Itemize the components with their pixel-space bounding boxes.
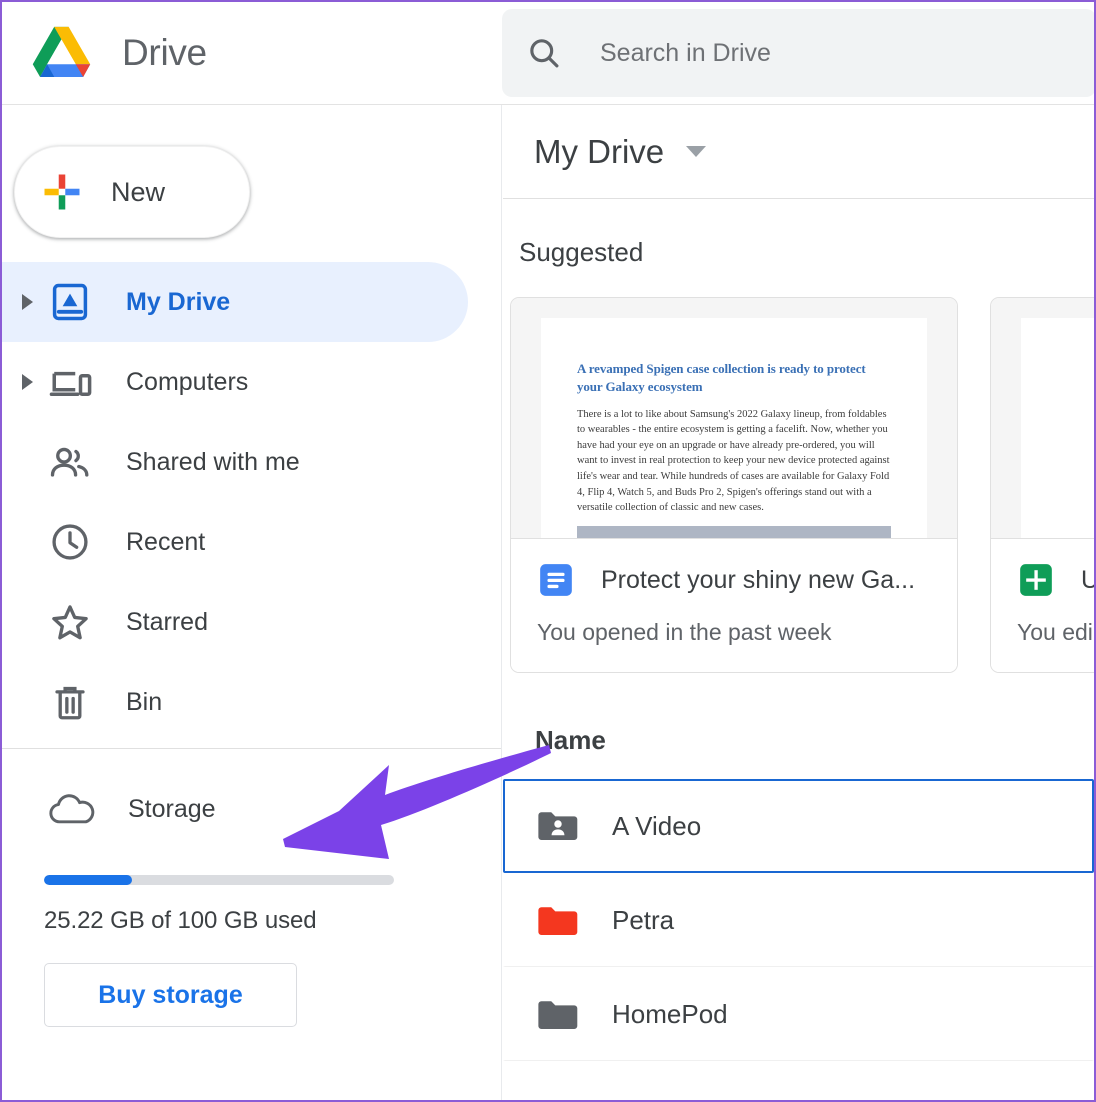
plus-icon: [41, 171, 83, 213]
storage-progress-bar: [44, 875, 394, 885]
suggested-heading: Suggested: [503, 199, 1094, 268]
storage-section: Storage 25.22 GB of 100 GB used Buy stor…: [2, 773, 502, 1027]
main-content: My Drive Suggested A revamped Spigen cas…: [503, 105, 1094, 1101]
brand-name: Drive: [122, 32, 207, 74]
sidebar-nav: My Drive Computers: [2, 262, 502, 742]
expand-caret-icon[interactable]: [2, 294, 46, 310]
sidebar: New My Drive: [2, 105, 502, 1101]
google-docs-icon: [537, 561, 575, 599]
suggested-card[interactable]: A revamped Spigen case collection is rea…: [510, 297, 958, 673]
search-icon: [526, 35, 562, 71]
search-area: [502, 2, 1096, 104]
card-thumbnail: [991, 298, 1094, 538]
my-drive-icon: [46, 278, 94, 326]
sidebar-item-bin[interactable]: Bin: [2, 662, 468, 742]
folder-icon: [536, 997, 580, 1033]
computers-icon: [46, 358, 94, 406]
new-button-label: New: [111, 177, 165, 208]
google-sheets-icon: [1017, 561, 1055, 599]
storage-header[interactable]: Storage: [2, 773, 502, 845]
trash-icon: [46, 678, 94, 726]
card-subtitle: You edi: [1017, 619, 1094, 646]
buy-storage-button[interactable]: Buy storage: [44, 963, 297, 1027]
file-name: A Video: [612, 811, 701, 842]
drive-window: Drive: [0, 0, 1096, 1102]
card-title: U: [1081, 566, 1094, 595]
thumbnail-image-block: [577, 526, 891, 538]
drive-title-row[interactable]: My Drive: [503, 105, 1094, 198]
suggested-card[interactable]: U You edi: [990, 297, 1094, 673]
table-row[interactable]: Petra: [503, 873, 1094, 967]
app-header: Drive: [2, 2, 1094, 105]
page-title: My Drive: [534, 133, 664, 171]
thumbnail-page: A revamped Spigen case collection is rea…: [541, 318, 927, 538]
table-row[interactable]: HomePod: [503, 967, 1094, 1061]
file-name: Petra: [612, 905, 674, 936]
thumbnail-page: [1021, 318, 1094, 538]
suggested-cards-row: A revamped Spigen case collection is rea…: [503, 268, 1094, 673]
thumbnail-body: There is a lot to like about Samsung's 2…: [577, 407, 891, 516]
google-drive-logo-icon: [26, 16, 110, 90]
star-icon: [46, 598, 94, 646]
sidebar-item-recent[interactable]: Recent: [2, 502, 468, 582]
table-row[interactable]: A Video: [503, 779, 1094, 873]
sidebar-item-my-drive[interactable]: My Drive: [2, 262, 468, 342]
cloud-icon: [46, 789, 98, 829]
new-button[interactable]: New: [14, 146, 250, 238]
sidebar-item-label: Bin: [126, 688, 162, 717]
file-name: HomePod: [612, 999, 728, 1030]
storage-label: Storage: [128, 795, 216, 824]
sidebar-item-label: Shared with me: [126, 448, 300, 477]
expand-caret-icon[interactable]: [2, 374, 46, 390]
sidebar-item-label: Starred: [126, 608, 208, 637]
folder-icon: [536, 903, 580, 939]
shared-folder-icon: [536, 808, 580, 844]
sidebar-item-shared-with-me[interactable]: Shared with me: [2, 422, 468, 502]
card-footer: U You edi: [991, 538, 1094, 672]
search-input[interactable]: [600, 39, 1072, 68]
chevron-down-icon[interactable]: [686, 146, 706, 157]
search-box[interactable]: [502, 9, 1096, 97]
storage-progress-fill: [44, 875, 132, 885]
brand: Drive: [2, 2, 502, 104]
sidebar-item-label: Computers: [126, 368, 248, 397]
card-footer: Protect your shiny new Ga... You opened …: [511, 538, 957, 672]
shared-with-me-icon: [46, 438, 94, 486]
file-list-header-name: Name: [503, 673, 1094, 756]
file-list: A Video Petra HomePod: [503, 779, 1094, 1061]
clock-icon: [46, 518, 94, 566]
sidebar-divider: [2, 748, 501, 749]
sidebar-item-computers[interactable]: Computers: [2, 342, 468, 422]
card-title: Protect your shiny new Ga...: [601, 566, 915, 595]
sidebar-item-starred[interactable]: Starred: [2, 582, 468, 662]
storage-usage-text: 25.22 GB of 100 GB used: [44, 907, 502, 935]
sidebar-item-label: My Drive: [126, 288, 230, 317]
sidebar-item-label: Recent: [126, 528, 205, 557]
thumbnail-title: A revamped Spigen case collection is rea…: [577, 360, 891, 396]
card-thumbnail: A revamped Spigen case collection is rea…: [511, 298, 957, 538]
card-subtitle: You opened in the past week: [537, 619, 957, 646]
